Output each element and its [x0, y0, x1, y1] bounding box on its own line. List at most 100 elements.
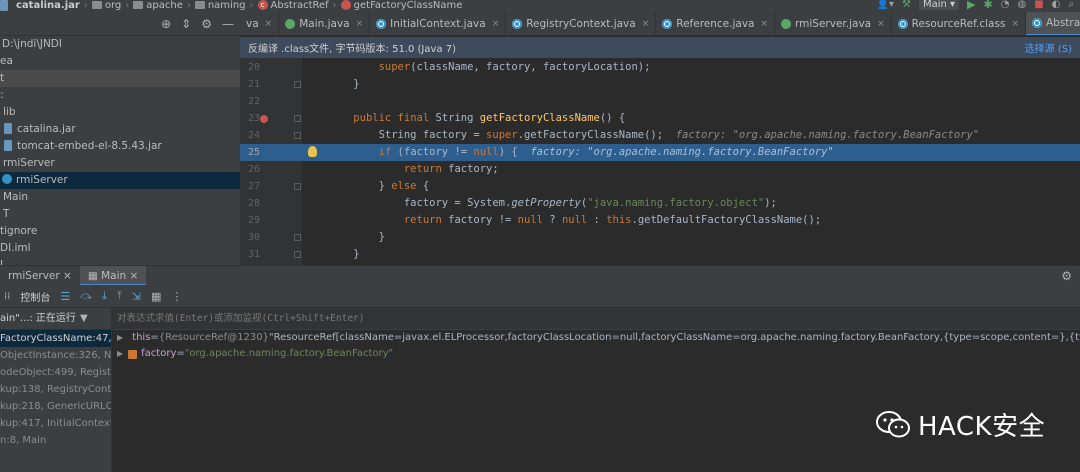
line-number[interactable]: 28 — [242, 195, 260, 212]
tree-item[interactable]: t — [0, 70, 240, 87]
lightbulb-icon[interactable] — [308, 146, 317, 157]
code-line[interactable]: 20 super(className, factory, factoryLoca… — [240, 59, 1080, 76]
line-number[interactable]: 24 — [242, 127, 260, 144]
code-line[interactable]: 26 return factory; — [240, 161, 1080, 178]
code-line[interactable]: 30 } — [240, 229, 1080, 246]
filter-icon[interactable]: ▼ — [80, 308, 88, 330]
stack-frame[interactable]: kup:138, RegistryContex — [0, 381, 111, 398]
run-icon[interactable]: ▶ — [967, 0, 975, 11]
tree-item[interactable]: I — [0, 257, 240, 265]
line-number[interactable]: 23 — [242, 110, 260, 127]
update-icon[interactable]: ◐ — [1052, 0, 1061, 10]
close-icon[interactable]: × — [760, 19, 768, 29]
code-line[interactable]: 31 } — [240, 246, 1080, 263]
minimize-icon[interactable]: — — [222, 17, 234, 31]
implementation-marker-icon[interactable] — [260, 115, 268, 123]
code-editor[interactable]: 20 super(className, factory, factoryLoca… — [240, 58, 1080, 265]
editor-tab[interactable]: InitialContext.java × — [370, 12, 507, 35]
close-icon[interactable]: × — [265, 19, 273, 29]
tree-item[interactable]: tomcat-embed-el-8.5.43.jar — [0, 138, 240, 155]
line-number[interactable]: 21 — [242, 76, 260, 93]
stack-frame[interactable]: kup:417, InitialContext (j — [0, 415, 111, 432]
line-number[interactable]: 31 — [242, 246, 260, 263]
code-line[interactable]: 25 if (factory != null) { factory: "org.… — [240, 144, 1080, 161]
tree-item[interactable]: rmiServer — [0, 172, 240, 189]
editor-tab[interactable]: Reference.java × — [656, 12, 776, 35]
fold-marker-icon[interactable] — [294, 251, 301, 258]
gear-icon[interactable]: ⚙ — [1061, 269, 1072, 283]
settings-icon[interactable]: ⋮ — [171, 290, 182, 303]
code-line[interactable]: 27 } else { — [240, 178, 1080, 195]
close-icon[interactable]: × — [492, 19, 500, 29]
debug-tab-rmiserver[interactable]: rmiServer × — [0, 266, 80, 286]
code-line[interactable]: 21 } — [240, 76, 1080, 93]
evaluate-expression-input[interactable]: 对表达式求值(Enter)或添加监视(Ctrl+Shift+Enter) — [112, 308, 1080, 330]
step-into-icon[interactable]: ⤓ — [102, 289, 107, 303]
close-icon[interactable]: × — [877, 19, 885, 29]
line-number[interactable]: 30 — [242, 229, 260, 246]
close-icon[interactable]: × — [356, 19, 364, 29]
breadcrumb-item[interactable]: catalina.jar — [0, 0, 80, 11]
step-out-icon[interactable]: ⤒ — [117, 289, 122, 303]
stack-frame[interactable]: n:8, Main — [0, 432, 111, 449]
tree-item[interactable]: DI.iml — [0, 240, 240, 257]
user-icon[interactable]: 👤▾ — [877, 0, 894, 10]
variable-row[interactable]: ▶ this = {ResourceRef@1230} "ResourceRef[… — [112, 330, 1080, 346]
tree-item[interactable]: D:\jndi\JNDI — [0, 36, 240, 53]
thread-selector[interactable]: ain"...: 正在运行 ▼ — [0, 308, 111, 330]
tree-item[interactable]: catalina.jar — [0, 121, 240, 138]
profile-icon[interactable]: ◔ — [1001, 0, 1010, 10]
stack-frame[interactable]: odeObject:499, Registr — [0, 364, 111, 381]
breadcrumb-item[interactable]: org — [91, 0, 121, 11]
code-line[interactable]: 24 String factory = super.getFactoryClas… — [240, 127, 1080, 144]
line-number[interactable]: 20 — [242, 59, 260, 76]
search-icon[interactable]: ⌕ — [1068, 0, 1074, 10]
line-number[interactable]: 22 — [242, 93, 260, 110]
gear-icon[interactable]: ⚙ — [201, 17, 212, 31]
breadcrumb-item[interactable]: naming — [194, 0, 246, 11]
editor-tab[interactable]: Main.java × — [279, 12, 371, 35]
variable-row[interactable]: ▶ factory = "org.apache.naming.factory.Be… — [112, 346, 1080, 362]
show-execution-point-icon[interactable]: ☰ — [60, 290, 70, 303]
step-over-icon[interactable]: ⤼ — [80, 289, 92, 303]
debug-tab-main[interactable]: ▦ Main × — [79, 265, 147, 286]
tree-item[interactable]: ea — [0, 53, 240, 70]
collapse-icon[interactable]: ⇕ — [181, 17, 191, 31]
breadcrumb-item[interactable]: c AbstractRef — [257, 0, 329, 11]
tree-item[interactable]: rmiServer — [0, 155, 240, 172]
editor-tab[interactable]: AbstractRef.class× — [1025, 12, 1080, 35]
console-tab[interactable]: 控制台 — [20, 289, 50, 304]
run-config-select[interactable]: Main ▾ — [918, 0, 960, 10]
expand-arrow-icon[interactable]: ▶ — [117, 330, 123, 346]
close-icon[interactable]: × — [642, 19, 650, 29]
line-number[interactable]: 25 — [242, 144, 260, 161]
fold-marker-icon[interactable] — [294, 183, 301, 190]
stack-frame[interactable]: FactoryClassName:47, A — [0, 330, 111, 347]
hammer-icon[interactable]: ⚒ — [902, 0, 911, 10]
fold-marker-icon[interactable] — [294, 234, 301, 241]
run-to-cursor-icon[interactable]: ⇲ — [132, 290, 141, 303]
stop-icon[interactable]: ■ — [1034, 0, 1043, 10]
tree-item[interactable]: : — [0, 87, 240, 104]
choose-source-link[interactable]: 选择源 (S) — [1025, 40, 1072, 55]
expand-arrow-icon[interactable]: ▶ — [117, 346, 123, 362]
line-number[interactable]: 26 — [242, 161, 260, 178]
stack-frame[interactable]: ObjectInstance:326, Nar — [0, 347, 111, 364]
close-icon[interactable]: × — [1011, 19, 1019, 29]
coverage-icon[interactable]: ◍ — [1017, 0, 1026, 10]
breadcrumb-item[interactable]: getFactoryClassName — [340, 0, 462, 11]
tree-item[interactable]: tignore — [0, 223, 240, 240]
stack-frame[interactable]: kup:218, GenericURLCor — [0, 398, 111, 415]
fold-marker-icon[interactable] — [294, 132, 301, 139]
debugger-tab[interactable]: ⁞⁞ — [4, 291, 10, 302]
code-line[interactable]: 23 public final String getFactoryClassNa… — [240, 110, 1080, 127]
tree-item[interactable]: T — [0, 206, 240, 223]
tree-item[interactable]: lib — [0, 104, 240, 121]
editor-tab[interactable]: rmiServer.java × — [775, 12, 892, 35]
breadcrumb-item[interactable]: apache — [133, 0, 183, 11]
code-line[interactable]: 29 return factory != null ? null : this.… — [240, 212, 1080, 229]
fold-marker-icon[interactable] — [294, 81, 301, 88]
code-line[interactable]: 22 — [240, 93, 1080, 110]
crosshair-icon[interactable]: ⊕ — [161, 17, 171, 31]
line-number[interactable]: 27 — [242, 178, 260, 195]
